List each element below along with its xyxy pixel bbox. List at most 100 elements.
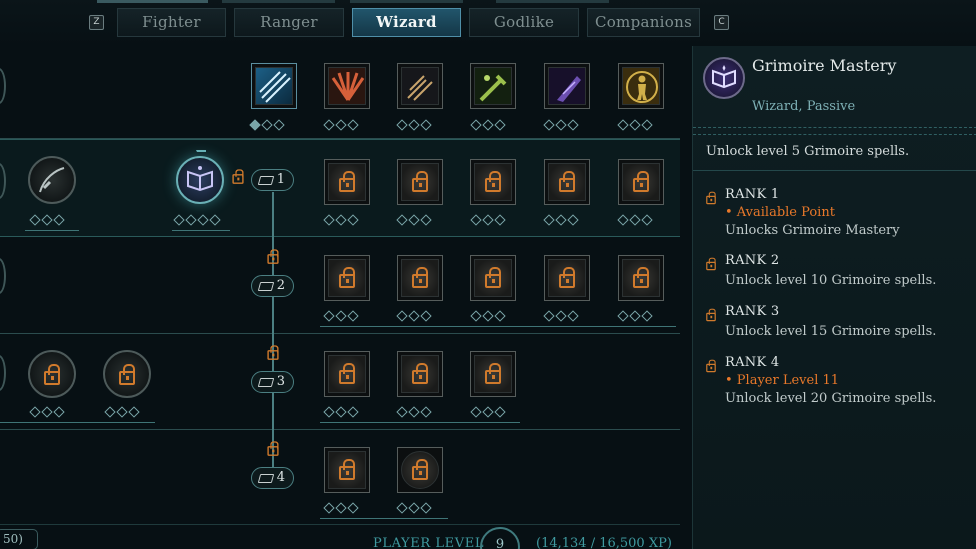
dagger-throw-icon [401, 67, 439, 105]
rank-pill-2[interactable]: 2 [251, 275, 294, 297]
blade-slash-ability[interactable] [251, 63, 297, 109]
rank-text: Unlock level 20 Grimoire spells. [725, 391, 937, 406]
grimoire-mastery-ability[interactable] [176, 156, 224, 204]
locked-ability[interactable] [28, 350, 76, 398]
next-tab-key[interactable]: C [714, 15, 729, 30]
locked-ability[interactable] [470, 351, 516, 397]
locked-ability[interactable] [470, 255, 516, 301]
rank-pip [555, 214, 567, 226]
rank-number: 4 [276, 470, 285, 485]
rank-title: RANK 1 [725, 187, 780, 202]
rank-pip [347, 502, 359, 514]
status-bar: 50) PLAYER LEVEL 9 (14,134 / 16,500 XP) [0, 524, 680, 549]
rank-pip [396, 502, 408, 514]
rank-pip [420, 310, 432, 322]
panel-divider [693, 127, 976, 135]
rank-pip [543, 119, 555, 131]
fan-blades-ability[interactable] [324, 63, 370, 109]
locked-ability[interactable] [324, 159, 370, 205]
rank-title: RANK 4 [725, 355, 780, 370]
rank-pip [335, 502, 347, 514]
tab-companions[interactable]: Companions [587, 8, 700, 37]
whip-icon [39, 167, 65, 193]
locked-ability[interactable] [544, 159, 590, 205]
rank-number: 3 [276, 374, 285, 389]
tab-wizard[interactable]: Wizard [352, 8, 461, 37]
locked-ability[interactable] [470, 159, 516, 205]
rank-pip [104, 406, 116, 418]
rank-pip [408, 214, 420, 226]
rank-pip [617, 214, 629, 226]
rank-pill-1[interactable]: 1 [251, 169, 294, 191]
rank-pips [543, 119, 579, 131]
rank-pip [494, 310, 506, 322]
rank-number: 2 [276, 278, 285, 293]
poison-hand-ability[interactable] [470, 63, 516, 109]
rank-pip [347, 214, 359, 226]
rank-pip [629, 214, 641, 226]
rank-pips [396, 214, 432, 226]
rank-pip [641, 310, 653, 322]
offscreen-ability[interactable] [0, 68, 6, 104]
rank-pip [347, 310, 359, 322]
rank-pip [335, 119, 347, 131]
rank-pip [396, 406, 408, 418]
locked-ability[interactable] [618, 159, 664, 205]
pip-underline [172, 230, 230, 231]
grimoire-book-icon [703, 57, 745, 99]
golden-figure-ability[interactable] [618, 63, 664, 109]
lock-icon [485, 171, 501, 192]
locked-ability[interactable] [324, 351, 370, 397]
rank-pip [261, 119, 273, 131]
tab-fighter[interactable]: Fighter [117, 8, 226, 37]
dagger-throw-ability[interactable] [397, 63, 443, 109]
rank-pips [323, 310, 359, 322]
rank-pip [323, 406, 335, 418]
rank-pip [494, 214, 506, 226]
player-level-value: 9 [495, 537, 505, 549]
locked-ability[interactable] [544, 255, 590, 301]
locked-ability[interactable] [324, 255, 370, 301]
locked-ability[interactable] [397, 351, 443, 397]
locked-ability[interactable] [618, 255, 664, 301]
ability-title: Grimoire Mastery [752, 56, 897, 75]
rank-pip [555, 119, 567, 131]
rank-pip [396, 119, 408, 131]
pip-underline [320, 518, 448, 519]
lock-icon [633, 267, 649, 288]
prev-tab-key[interactable]: Z [89, 15, 104, 30]
lock-icon [705, 359, 717, 373]
offscreen-ability[interactable] [0, 355, 6, 391]
ability-subtitle: Wizard, Passive [752, 99, 856, 114]
lock-icon [44, 364, 60, 385]
rank-title: RANK 3 [725, 304, 780, 319]
xp-progress: (14,134 / 16,500 XP) [536, 536, 672, 549]
locked-ability[interactable] [324, 447, 370, 493]
tab-godlike[interactable]: Godlike [469, 8, 579, 37]
rank-pip [408, 406, 420, 418]
rank-pip [273, 119, 285, 131]
rank-pip [617, 310, 629, 322]
rank-pip [53, 406, 65, 418]
rank-pips [470, 406, 506, 418]
locked-ability[interactable] [397, 159, 443, 205]
rank-pip [494, 119, 506, 131]
rank-pill-3[interactable]: 3 [251, 371, 294, 393]
offscreen-ability[interactable] [0, 258, 6, 294]
rank-pip [641, 214, 653, 226]
rank-pip [482, 310, 494, 322]
rank-pip [470, 214, 482, 226]
rank-pill-4[interactable]: 4 [251, 467, 294, 489]
rank-pips [323, 214, 359, 226]
rank-pip [420, 502, 432, 514]
locked-ability[interactable] [103, 350, 151, 398]
locked-ability[interactable] [397, 447, 443, 493]
rank-title: RANK 2 [725, 253, 780, 268]
player-level-label: PLAYER LEVEL [373, 536, 485, 549]
rank-requirement: • Player Level 11 [725, 373, 840, 388]
locked-ability[interactable] [397, 255, 443, 301]
whip-ability[interactable] [28, 156, 76, 204]
tab-ranger[interactable]: Ranger [234, 8, 344, 37]
dark-crystal-ability[interactable] [544, 63, 590, 109]
lock-icon [705, 257, 717, 271]
